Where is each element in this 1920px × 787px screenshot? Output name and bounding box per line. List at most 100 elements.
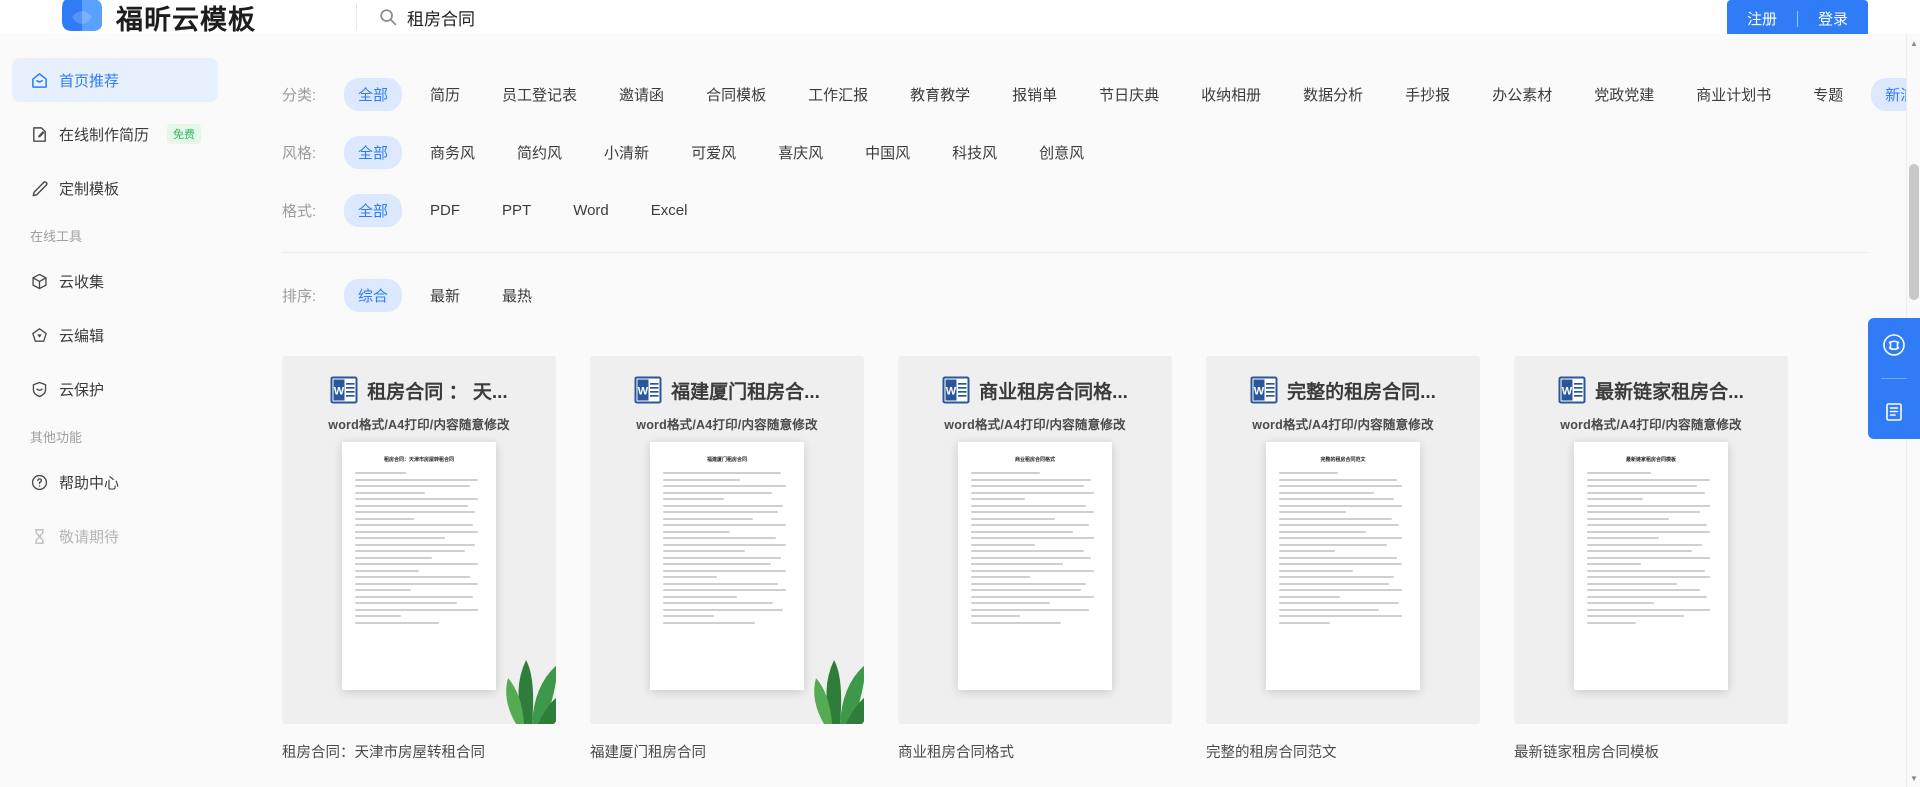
filter-row-sort: 排序: 综合 最新 最热 [230,253,1920,312]
template-thumbnail[interactable]: W 商业租房合同格... word格式/A4打印/内容随意修改 [898,356,1172,724]
chip-category-6[interactable]: 教育教学 [896,78,984,111]
search-icon [379,8,397,26]
document-preview: 最新链家租房合同模板 [1574,442,1728,690]
chip-style-5[interactable]: 喜庆风 [764,136,837,169]
leaf-decoration-icon [780,594,864,724]
sidebar-item-home[interactable]: 首页推荐 [12,58,218,102]
chip-category-1[interactable]: 简历 [416,78,474,111]
chip-sort-2[interactable]: 最热 [488,279,546,312]
sidebar-item-online-resume[interactable]: 在线制作简历 免费 [12,112,218,156]
customer-service-icon[interactable] [1879,330,1909,360]
chip-category-14[interactable]: 商业计划书 [1682,78,1785,111]
chip-category-7[interactable]: 报销单 [998,78,1071,111]
search-input[interactable] [407,7,707,27]
template-head-title: 福建厦门租房合... [671,377,820,404]
scroll-down-arrow[interactable]: ▼ [1907,771,1920,785]
template-head-title-row: W 最新链家租房合... [1526,376,1776,404]
chip-category-9[interactable]: 收纳相册 [1187,78,1275,111]
brand[interactable]: 福昕云模板 [58,0,256,34]
template-head-title-row: W 租房合同 ： 天... [294,376,544,404]
template-head-title: 最新链家租房合... [1595,377,1744,404]
chip-style-2[interactable]: 简约风 [503,136,576,169]
sidebar-item-custom-template[interactable]: 定制模板 [12,166,218,210]
chip-format-4[interactable]: Excel [637,196,702,225]
template-card[interactable]: W 商业租房合同格... word格式/A4打印/内容随意修改 [898,356,1172,762]
chip-format-0[interactable]: 全部 [344,194,402,227]
box-icon [30,272,49,291]
template-head: W 商业租房合同格... word格式/A4打印/内容随意修改 [898,356,1172,433]
template-card[interactable]: W 最新链家租房合... word格式/A4打印/内容随意修改 [1514,356,1788,762]
svg-text:W: W [638,386,649,398]
chip-style-3[interactable]: 小清新 [590,136,663,169]
chip-category-12[interactable]: 办公素材 [1478,78,1566,111]
filter-label-format: 格式: [282,200,344,221]
chip-category-13[interactable]: 党政党建 [1580,78,1668,111]
category-chips: 全部 简历 员工登记表 邀请函 合同模板 工作汇报 教育教学 报销单 节日庆典 … [344,78,1920,111]
chip-category-5[interactable]: 工作汇报 [794,78,882,111]
sidebar-item-help-center[interactable]: 帮助中心 [12,460,218,504]
filter-row-format: 格式: 全部 PDF PPT Word Excel [282,194,1920,227]
chip-style-0[interactable]: 全部 [344,136,402,169]
chip-style-4[interactable]: 可爱风 [677,136,750,169]
question-circle-icon [30,473,49,492]
chip-category-8[interactable]: 节日庆典 [1085,78,1173,111]
book-icon[interactable] [1879,397,1909,427]
svg-text:W: W [334,386,345,398]
chip-category-15[interactable]: 专题 [1799,78,1857,111]
word-file-icon: W [1250,376,1278,404]
chip-category-0[interactable]: 全部 [344,78,402,111]
chip-category-11[interactable]: 手抄报 [1391,78,1464,111]
svg-text:W: W [1254,386,1265,398]
sidebar-item-label: 帮助中心 [59,472,119,493]
login-button[interactable]: 登录 [1798,0,1868,34]
filter-panel: 分类: 全部 简历 员工登记表 邀请函 合同模板 工作汇报 教育教学 报销单 节… [230,34,1920,227]
word-file-icon: W [942,376,970,404]
search-box[interactable] [379,7,707,27]
leaf-decoration-icon [472,594,556,724]
template-head: W 最新链家租房合... word格式/A4打印/内容随意修改 [1514,356,1788,433]
chip-style-6[interactable]: 中国风 [851,136,924,169]
chip-style-8[interactable]: 创意风 [1025,136,1098,169]
sidebar-item-cloud-collect[interactable]: 云收集 [12,259,218,303]
chip-format-2[interactable]: PPT [488,196,545,225]
chip-category-10[interactable]: 数据分析 [1289,78,1377,111]
template-thumbnail[interactable]: W 最新链家租房合... word格式/A4打印/内容随意修改 [1514,356,1788,724]
template-card[interactable]: W 福建厦门租房合... word格式/A4打印/内容随意修改 [590,356,864,762]
right-side-rail [1868,318,1920,439]
chip-sort-0[interactable]: 综合 [344,279,402,312]
template-head-title-row: W 商业租房合同格... [910,376,1160,404]
sidebar-item-label: 云编辑 [59,325,104,346]
template-thumbnail[interactable]: W 福建厦门租房合... word格式/A4打印/内容随意修改 [590,356,864,724]
template-head-subtitle: word格式/A4打印/内容随意修改 [910,414,1160,433]
pen-nib-icon [30,326,49,345]
chip-style-1[interactable]: 商务风 [416,136,489,169]
chip-format-1[interactable]: PDF [416,196,474,225]
rail-separator [1881,378,1907,379]
template-thumbnail[interactable]: W 完整的租房合同... word格式/A4打印/内容随意修改 [1206,356,1480,724]
chip-category-2[interactable]: 员工登记表 [488,78,591,111]
brand-name: 福昕云模板 [116,0,256,34]
template-thumbnail[interactable]: W 租房合同 ： 天... word格式/A4打印/内容随意修改 [282,356,556,724]
chip-format-3[interactable]: Word [559,196,623,225]
chip-category-3[interactable]: 邀请函 [605,78,678,111]
template-head-title: 租房合同 ： 天... [367,377,507,404]
scroll-up-arrow[interactable]: ▲ [1907,36,1920,50]
sidebar-item-cloud-protect[interactable]: 云保护 [12,367,218,411]
scrollbar-thumb[interactable] [1909,164,1919,300]
chip-category-4[interactable]: 合同模板 [692,78,780,111]
sidebar-item-label: 云收集 [59,271,104,292]
signup-button[interactable]: 注册 [1727,0,1797,34]
auth-button-group[interactable]: 注册 登录 [1727,0,1868,34]
filter-label-style: 风格: [282,142,344,163]
chip-style-7[interactable]: 科技风 [938,136,1011,169]
sidebar-item-coming-soon[interactable]: 敬请期待 [12,514,218,558]
template-caption: 租房合同：天津市房屋转租合同 [282,741,556,762]
document-preview: 完整的租房合同范文 [1266,442,1420,690]
chip-sort-1[interactable]: 最新 [416,279,474,312]
edit-document-icon [30,125,49,144]
sidebar-item-cloud-edit[interactable]: 云编辑 [12,313,218,357]
format-chips: 全部 PDF PPT Word Excel [344,194,715,227]
template-card[interactable]: W 租房合同 ： 天... word格式/A4打印/内容随意修改 [282,356,556,762]
sidebar: 首页推荐 在线制作简历 免费 定制模板 在线工具 [0,34,230,787]
template-card[interactable]: W 完整的租房合同... word格式/A4打印/内容随意修改 [1206,356,1480,762]
